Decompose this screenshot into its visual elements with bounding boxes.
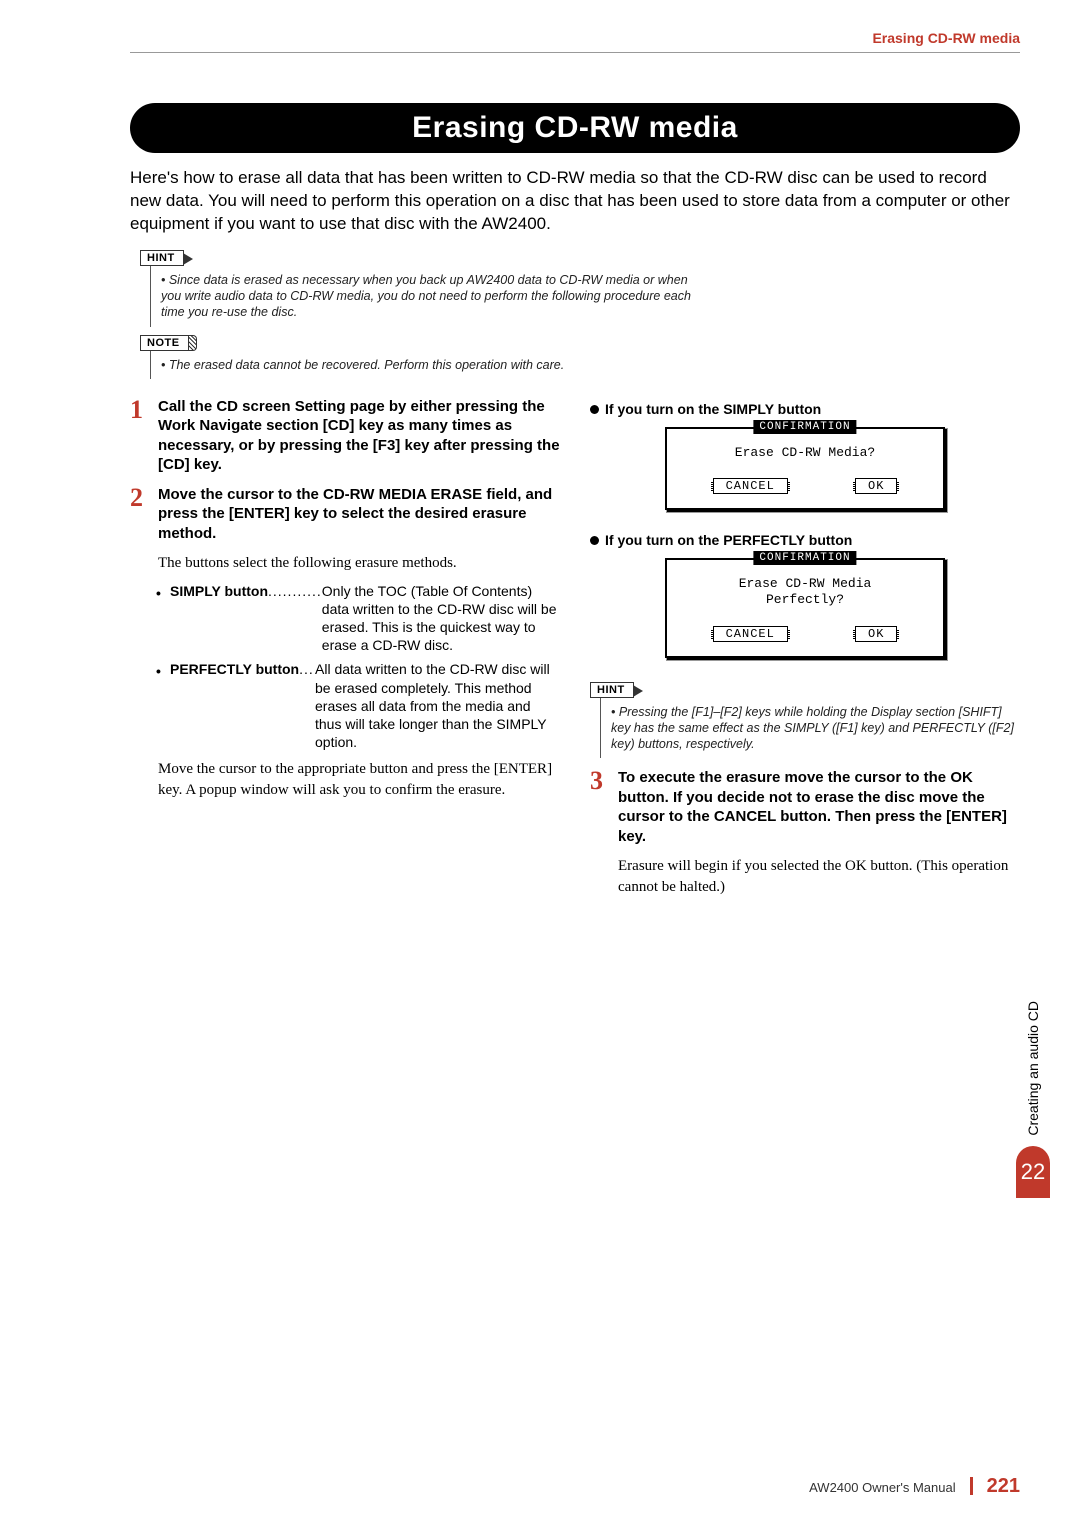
step-heading: Call the CD screen Setting page by eithe…: [158, 397, 560, 475]
top-rule: [130, 52, 1020, 53]
hint-label: HINT: [590, 682, 634, 698]
section-title: Erasing CD-RW media: [130, 103, 1020, 153]
def-description: Only the TOC (Table Of Contents) data wr…: [322, 582, 560, 655]
dialog-title: CONFIRMATION: [753, 420, 856, 434]
hint-body: • Since data is erased as necessary when…: [150, 266, 710, 327]
confirmation-dialog-simply: CONFIRMATION Erase CD-RW Media? CANCEL O…: [665, 427, 945, 511]
dialog-title: CONFIRMATION: [753, 551, 856, 565]
step-number: 2: [130, 485, 148, 544]
hint-label: HINT: [140, 250, 184, 266]
subsection-label: If you turn on the PERFECTLY button: [605, 532, 852, 548]
side-tab-number: 22: [1016, 1146, 1050, 1198]
page-number: 221: [987, 1475, 1020, 1498]
definition-list: •SIMPLY button........... Only the TOC (…: [170, 582, 560, 752]
hint-body: • Pressing the [F1]–[F2] keys while hold…: [600, 698, 1020, 759]
side-tab-label: Creating an audio CD: [1025, 1001, 1041, 1136]
footer-divider: [970, 1477, 973, 1495]
manual-title: AW2400 Owner's Manual: [809, 1480, 956, 1495]
dialog-message: Erase CD-RW Media Perfectly?: [679, 576, 931, 607]
step-2: 2 Move the cursor to the CD-RW MEDIA ERA…: [130, 485, 560, 544]
page-footer: AW2400 Owner's Manual 221: [809, 1474, 1020, 1498]
leader-dots: ...: [299, 661, 314, 677]
right-column: If you turn on the SIMPLY button CONFIRM…: [590, 397, 1020, 905]
note-label: NOTE: [140, 335, 189, 351]
bullet-icon: •: [156, 662, 161, 680]
def-description: All data written to the CD-RW disc will …: [315, 660, 560, 751]
ok-button[interactable]: OK: [855, 626, 897, 642]
cancel-button[interactable]: CANCEL: [713, 478, 788, 494]
step-body-text: Erasure will begin if you selected the O…: [618, 856, 1020, 897]
def-term: PERFECTLY button: [170, 661, 299, 677]
hint-callout-1: HINT • Since data is erased as necessary…: [140, 248, 1020, 327]
step-heading: To execute the erasure move the cursor t…: [618, 768, 1020, 846]
step-3: 3 To execute the erasure move the cursor…: [590, 768, 1020, 846]
subsection-heading: If you turn on the PERFECTLY button: [590, 532, 1020, 548]
hint-callout-2: HINT • Pressing the [F1]–[F2] keys while…: [590, 680, 1020, 759]
subsection-label: If you turn on the SIMPLY button: [605, 401, 821, 417]
dialog-message: Erase CD-RW Media?: [679, 445, 931, 461]
ok-button[interactable]: OK: [855, 478, 897, 494]
subsection-heading: If you turn on the SIMPLY button: [590, 401, 1020, 417]
step-body-text: The buttons select the following erasure…: [158, 553, 560, 573]
bullet-icon: •: [156, 584, 161, 602]
intro-paragraph: Here's how to erase all data that has be…: [130, 167, 1020, 236]
leader-dots: ...........: [268, 583, 322, 599]
definition-item: •SIMPLY button........... Only the TOC (…: [170, 582, 560, 655]
step-1: 1 Call the CD screen Setting page by eit…: [130, 397, 560, 475]
cancel-button[interactable]: CANCEL: [713, 626, 788, 642]
definition-item: •PERFECTLY button... All data written to…: [170, 660, 560, 751]
def-term: SIMPLY button: [170, 583, 268, 599]
step-number: 3: [590, 768, 608, 846]
note-body: • The erased data cannot be recovered. P…: [150, 351, 710, 379]
running-head: Erasing CD-RW media: [130, 30, 1020, 46]
step-tail-text: Move the cursor to the appropriate butto…: [158, 759, 560, 800]
step-number: 1: [130, 397, 148, 475]
note-callout-1: NOTE • The erased data cannot be recover…: [140, 333, 1020, 379]
step-heading: Move the cursor to the CD-RW MEDIA ERASE…: [158, 485, 560, 544]
bullet-dot-icon: [590, 405, 599, 414]
left-column: 1 Call the CD screen Setting page by eit…: [130, 397, 560, 905]
confirmation-dialog-perfectly: CONFIRMATION Erase CD-RW Media Perfectly…: [665, 558, 945, 657]
bullet-dot-icon: [590, 536, 599, 545]
side-tab: Creating an audio CD 22: [1016, 1001, 1050, 1198]
